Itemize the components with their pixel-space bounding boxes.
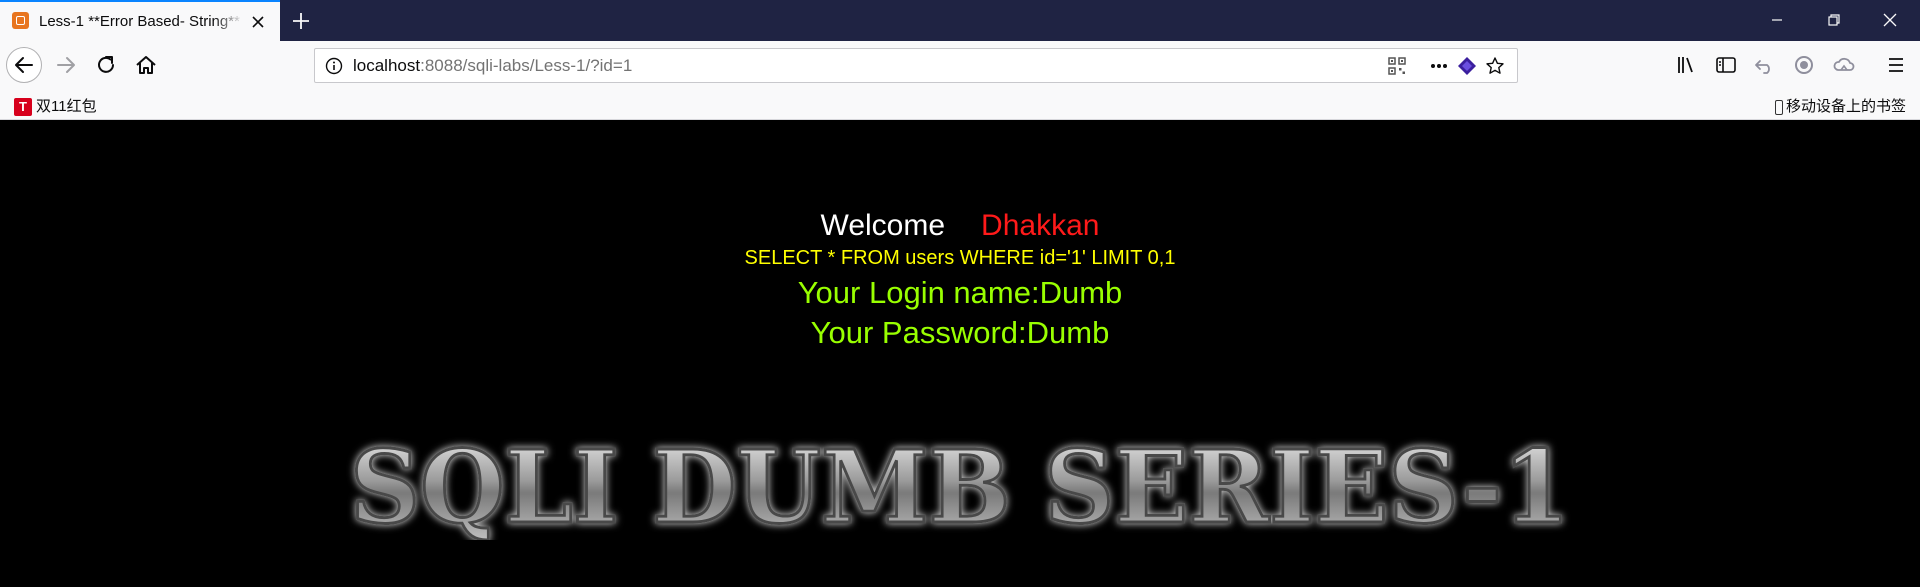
tab-title: Less-1 **Error Based- String**: [39, 13, 240, 30]
bookmark-label: 双11红包: [36, 98, 97, 115]
welcome-line: Welcome Dhakkan: [0, 208, 1920, 244]
undo-icon[interactable]: [1750, 51, 1778, 79]
restore-icon[interactable]: [1821, 8, 1847, 32]
url-bar[interactable]: localhost:8088/sqli-labs/Less-1/?id=1: [314, 48, 1518, 83]
browser-window: Less-1 **Error Based- String** localhost…: [0, 0, 1920, 587]
extension-icon[interactable]: [1457, 56, 1477, 76]
phone-icon: [1774, 99, 1783, 115]
url-text[interactable]: localhost:8088/sqli-labs/Less-1/?id=1: [353, 56, 632, 76]
back-button[interactable]: [6, 47, 42, 83]
sidebar-icon[interactable]: [1712, 51, 1740, 79]
info-icon[interactable]: [325, 57, 343, 75]
mobile-bookmarks-label: 移动设备上的书签: [1785, 98, 1906, 115]
tab-strip: Less-1 **Error Based- String**: [0, 0, 1920, 41]
url-host: localhost: [353, 56, 421, 75]
more-icon[interactable]: [1429, 56, 1449, 76]
reload-icon[interactable]: [92, 51, 120, 79]
tmall-icon: T: [14, 98, 32, 117]
plus-icon[interactable]: [286, 9, 316, 33]
xampp-icon: [12, 12, 29, 29]
minimize-icon[interactable]: [1764, 8, 1790, 32]
mobile-bookmarks[interactable]: 移动设备上的书签: [1774, 95, 1906, 115]
tab-active[interactable]: Less-1 **Error Based- String**: [0, 0, 280, 41]
home-icon[interactable]: [132, 51, 160, 79]
bookmarks-bar: T 双11红包 移动设备上的书签: [0, 90, 1920, 120]
hamburger-menu-icon[interactable]: [1882, 51, 1910, 79]
star-icon[interactable]: [1485, 56, 1505, 76]
password: Your Password:Dumb: [810, 315, 1110, 350]
welcome-name: Dhakkan: [981, 209, 1100, 242]
sql-query: SELECT * FROM users WHERE id='1' LIMIT 0…: [744, 247, 1176, 269]
series-banner: SQLI DUMB SERIES-1: [349, 430, 1572, 540]
close-icon[interactable]: [250, 14, 266, 30]
qr-code-icon[interactable]: [1387, 56, 1407, 76]
page-content: Welcome Dhakkan SELECT * FROM users WHERE…: [0, 120, 1920, 587]
close-icon[interactable]: [1877, 8, 1903, 32]
library-icon[interactable]: [1672, 51, 1700, 79]
welcome-text: Welcome: [820, 209, 946, 242]
forward-arrow-icon[interactable]: [52, 51, 80, 79]
cloud-icon[interactable]: [1830, 51, 1858, 79]
record-icon[interactable]: [1790, 51, 1818, 79]
banner-text: SQLI DUMB SERIES-1: [350, 430, 1570, 540]
nav-toolbar: localhost:8088/sqli-labs/Less-1/?id=1: [0, 41, 1920, 90]
bookmark-double11[interactable]: T 双11红包: [14, 95, 97, 117]
login-name: Your Login name:Dumb: [797, 275, 1123, 310]
back-arrow-icon: [15, 57, 33, 73]
url-path: :8088/sqli-labs/Less-1/?id=1: [420, 56, 633, 75]
